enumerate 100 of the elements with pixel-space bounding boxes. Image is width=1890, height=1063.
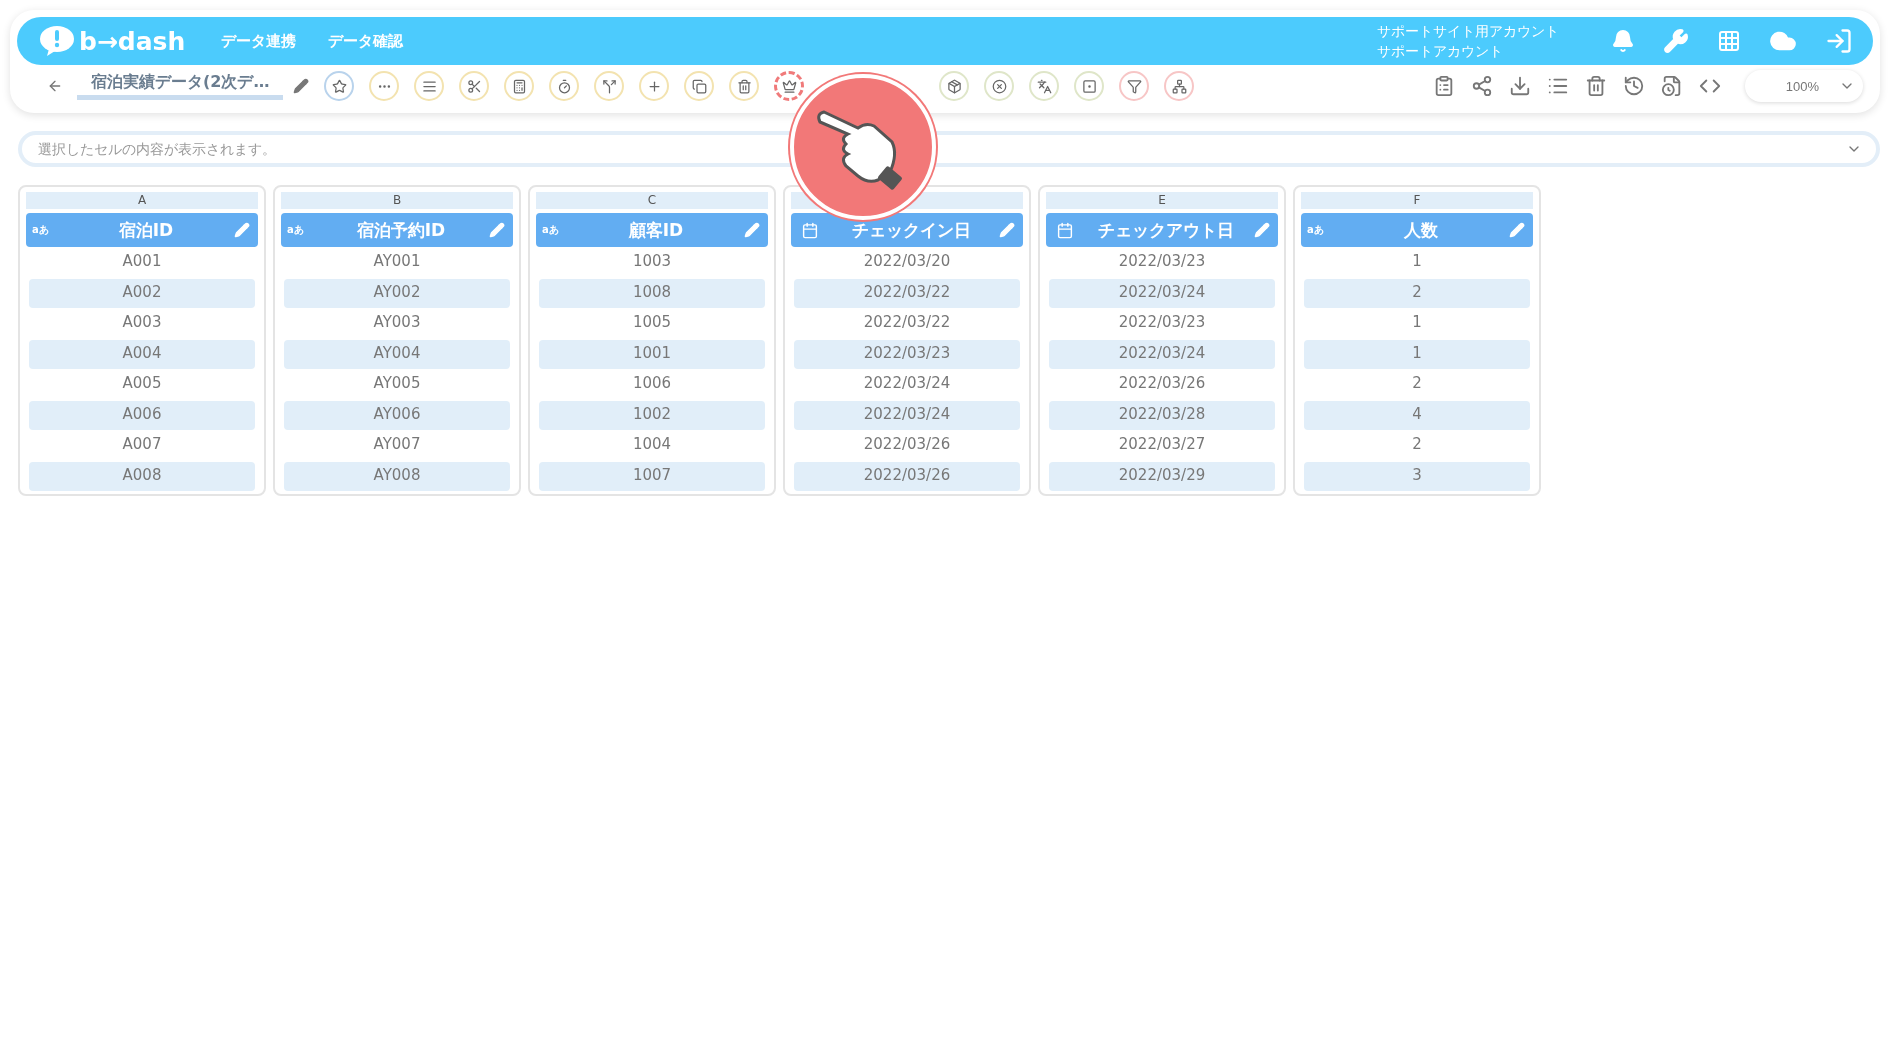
table-cell-text: 2022/03/26 bbox=[862, 434, 952, 455]
table-cell: 2022/03/24 bbox=[1049, 278, 1275, 308]
table-cell-text: 2 bbox=[1411, 373, 1423, 394]
table-cell-text: A001 bbox=[121, 251, 163, 272]
column-header[interactable]: aあ 宿泊ID bbox=[26, 213, 258, 247]
table-cell: 2022/03/28 bbox=[1049, 400, 1275, 430]
column-header[interactable]: チェックイン日 bbox=[791, 213, 1023, 247]
table-cell-text: 1 bbox=[1411, 312, 1423, 333]
table-cell: 2022/03/23 bbox=[794, 339, 1020, 369]
table-cell-text: 2022/03/22 bbox=[862, 312, 952, 333]
copy-icon[interactable] bbox=[684, 71, 715, 101]
scissors-icon[interactable] bbox=[459, 71, 490, 101]
nav-link[interactable]: データ確認 bbox=[328, 31, 404, 51]
account-site: サポートサイト用アカウント bbox=[1377, 22, 1559, 41]
table-cell: 2022/03/22 bbox=[794, 278, 1020, 308]
column-header[interactable]: aあ 顧客ID bbox=[536, 213, 768, 247]
table-cell: 4 bbox=[1304, 400, 1530, 430]
type-label: aあ bbox=[32, 223, 50, 237]
table-cell-text: A005 bbox=[121, 373, 163, 394]
share-icon[interactable] bbox=[1471, 75, 1493, 97]
column-title: チェックアウト日 bbox=[1097, 218, 1235, 242]
table-cell: A006 bbox=[29, 400, 255, 430]
table-cell: A008 bbox=[29, 461, 255, 491]
lines-icon[interactable] bbox=[414, 71, 445, 101]
column-letter: A bbox=[26, 192, 258, 209]
table-cell: 2022/03/24 bbox=[794, 400, 1020, 430]
table-cell-text: AY005 bbox=[372, 373, 422, 394]
table-cell-text: 2022/03/20 bbox=[862, 251, 952, 272]
table-cell-text: 1 bbox=[1411, 251, 1423, 272]
table-cell: 2 bbox=[1304, 278, 1530, 308]
trash-icon[interactable] bbox=[1585, 75, 1607, 97]
table-cell-text: 2 bbox=[1411, 434, 1423, 455]
table-cell: AY008 bbox=[284, 461, 510, 491]
account-name: サポートアカウント bbox=[1377, 42, 1504, 61]
table-cell: 1002 bbox=[539, 400, 765, 430]
column-title: 顧客ID bbox=[627, 218, 685, 242]
table-cell: A004 bbox=[29, 339, 255, 369]
table-cell: AY004 bbox=[284, 339, 510, 369]
table-cell-text: AY001 bbox=[372, 251, 422, 272]
table-cell: 2022/03/26 bbox=[794, 461, 1020, 491]
table-cell-text: 2022/03/23 bbox=[1117, 251, 1207, 272]
download-icon[interactable] bbox=[1509, 75, 1531, 97]
zoom-select[interactable]: 100% bbox=[1745, 70, 1863, 102]
network-icon[interactable] bbox=[1164, 71, 1195, 101]
nav-link[interactable]: データ連携 bbox=[221, 31, 297, 51]
close-circle-icon[interactable] bbox=[984, 71, 1015, 101]
trash-icon[interactable] bbox=[729, 71, 760, 101]
table-cell-text: AY007 bbox=[372, 434, 422, 455]
type-label: aあ bbox=[287, 223, 305, 237]
history-icon[interactable] bbox=[1623, 75, 1645, 97]
logo-text: b→dash bbox=[79, 26, 186, 56]
file-icon[interactable] bbox=[1661, 75, 1683, 97]
column-title: 人数 bbox=[1403, 218, 1439, 242]
timer-icon[interactable] bbox=[549, 71, 580, 101]
calculator-icon[interactable] bbox=[504, 71, 535, 101]
column-header[interactable]: aあ 人数 bbox=[1301, 213, 1533, 247]
table-cell-text: 2022/03/27 bbox=[1117, 434, 1207, 455]
column-letter: C bbox=[536, 192, 768, 209]
table-cell-text: 1003 bbox=[631, 251, 673, 272]
pencil-icon[interactable] bbox=[293, 78, 310, 94]
filter-icon[interactable] bbox=[1119, 71, 1150, 101]
sheet-title[interactable]: 宿泊実績データ(2次デ… bbox=[77, 72, 284, 100]
table-cell: 1 bbox=[1304, 339, 1530, 369]
table-cell: 1008 bbox=[539, 278, 765, 308]
column-header[interactable]: aあ 宿泊予約ID bbox=[281, 213, 513, 247]
table-cell-text: A007 bbox=[121, 434, 163, 455]
translate-icon[interactable] bbox=[1029, 71, 1060, 101]
column-title: 宿泊予約ID bbox=[355, 218, 447, 242]
table-cell: AY006 bbox=[284, 400, 510, 430]
type-label: aあ bbox=[1307, 223, 1325, 237]
table-cell: AY002 bbox=[284, 278, 510, 308]
column-title: チェックイン日 bbox=[850, 218, 972, 242]
table-cell-text: AY003 bbox=[372, 312, 422, 333]
table-cell: 1001 bbox=[539, 339, 765, 369]
clipboard-icon[interactable] bbox=[1433, 75, 1455, 97]
column-letter: F bbox=[1301, 192, 1533, 209]
crown-icon[interactable] bbox=[774, 71, 805, 101]
table-cell: 2022/03/24 bbox=[1049, 339, 1275, 369]
dots-icon[interactable] bbox=[369, 71, 400, 101]
column-title: 宿泊ID bbox=[117, 218, 175, 242]
table-cell-text: 1005 bbox=[631, 312, 673, 333]
formula-field[interactable]: 選択したセルの内容が表示されます。 bbox=[18, 131, 1880, 167]
table-cell-text: 1006 bbox=[631, 373, 673, 394]
column-letter: E bbox=[1046, 192, 1278, 209]
back-icon[interactable] bbox=[47, 78, 63, 94]
type-label: aあ bbox=[542, 223, 560, 237]
table-cell-text: 1004 bbox=[631, 434, 673, 455]
table-cell-text: 2022/03/23 bbox=[1117, 312, 1207, 333]
table-cell-text: A003 bbox=[121, 312, 163, 333]
table-cell: A002 bbox=[29, 278, 255, 308]
logo-icon bbox=[40, 26, 74, 56]
pointing-hand-icon bbox=[817, 110, 903, 191]
table-cell: 1007 bbox=[539, 461, 765, 491]
table-cell-text: 2022/03/26 bbox=[1117, 373, 1207, 394]
table-cell: 2022/03/29 bbox=[1049, 461, 1275, 491]
table-cell-text: 2022/03/24 bbox=[862, 373, 952, 394]
split-icon[interactable] bbox=[594, 71, 625, 101]
column-header[interactable]: チェックアウト日 bbox=[1046, 213, 1278, 247]
table-cell: 3 bbox=[1304, 461, 1530, 491]
box-icon[interactable] bbox=[939, 71, 970, 101]
